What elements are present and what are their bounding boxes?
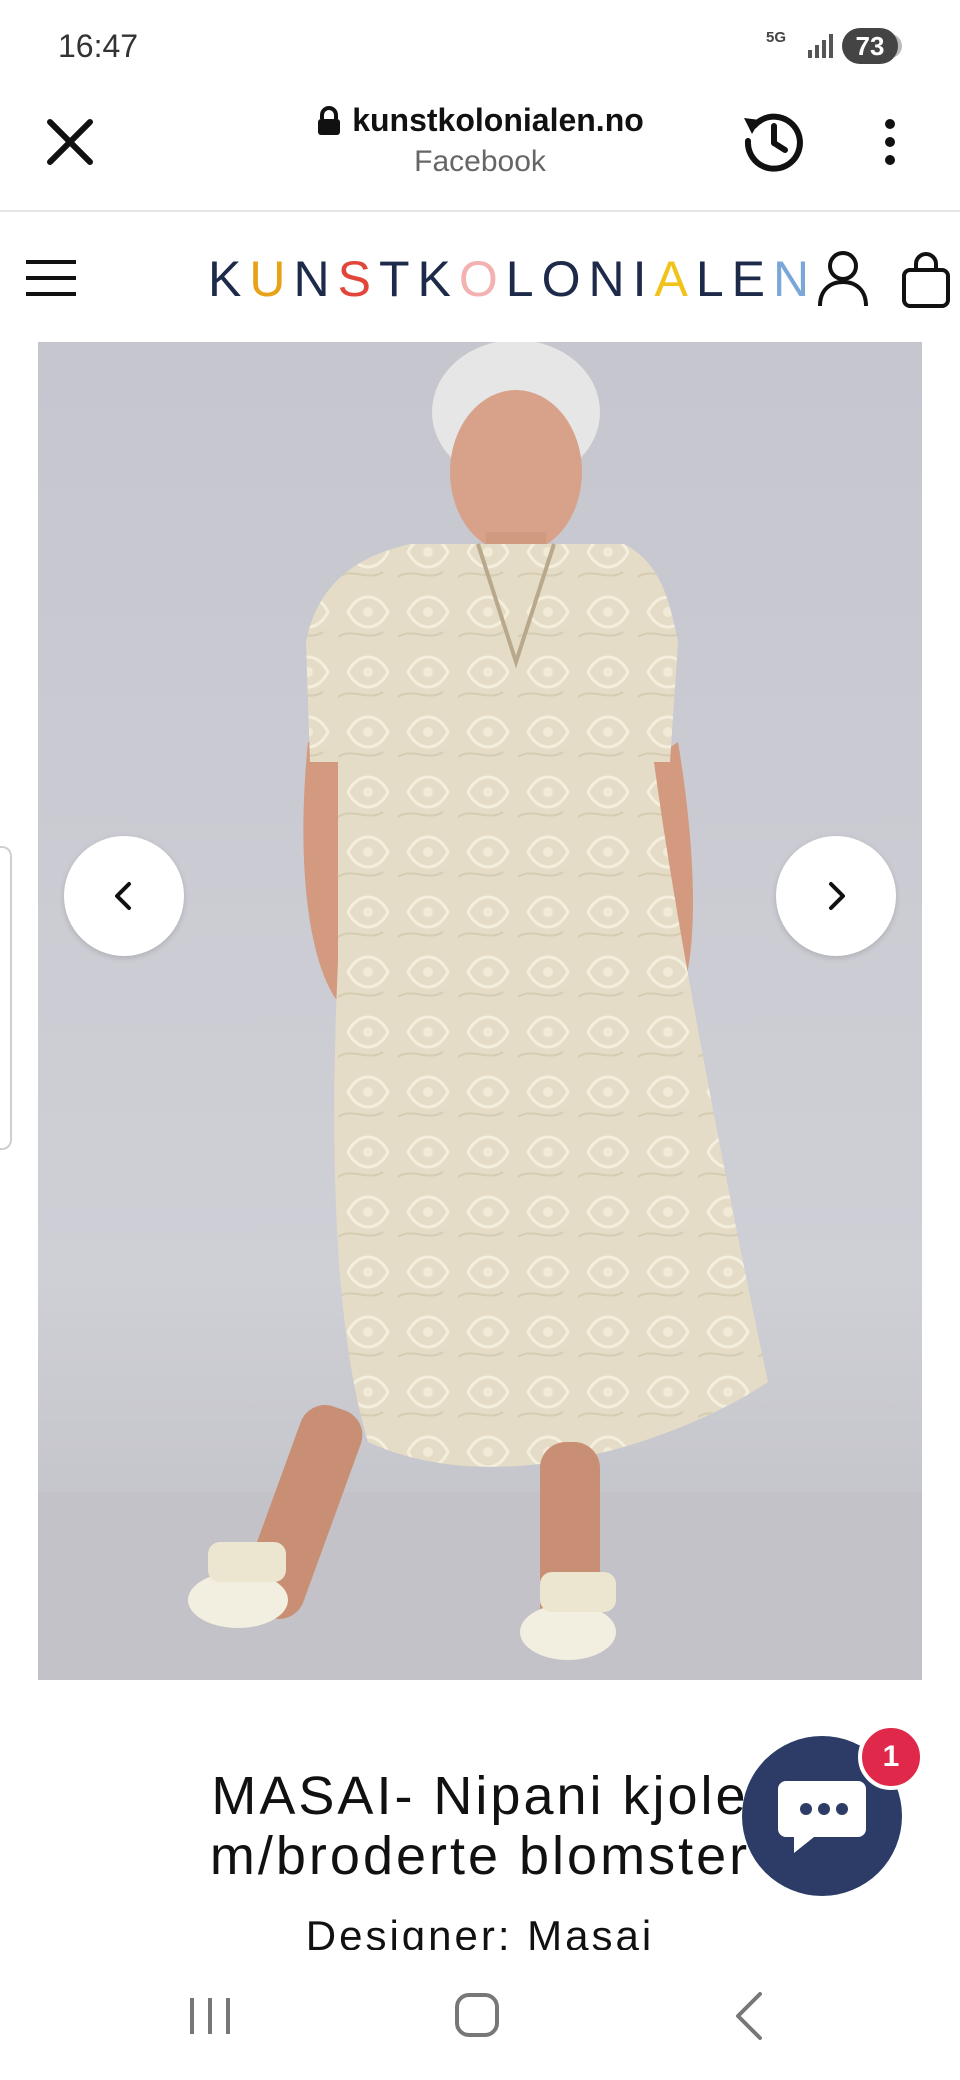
- url-source: Facebook: [414, 145, 546, 178]
- logo-letter: O: [541, 251, 589, 307]
- logo-letter: E: [731, 251, 774, 307]
- recent-apps-icon[interactable]: [186, 1994, 234, 2038]
- logo-letter: S: [337, 251, 379, 307]
- signal-icon: [808, 34, 833, 58]
- chat-bubble-icon: [778, 1781, 866, 1853]
- lock-icon: [318, 105, 341, 135]
- logo-letter: L: [695, 251, 732, 307]
- status-time: 16:47: [58, 28, 139, 64]
- previous-image-button[interactable]: [64, 836, 184, 956]
- logo-letter: N: [293, 251, 338, 307]
- chat-notification-badge: 1: [858, 1724, 924, 1790]
- product-image[interactable]: [38, 342, 922, 1680]
- logo-letter: L: [505, 251, 542, 307]
- history-icon[interactable]: [740, 108, 806, 174]
- logo-letter: K: [417, 251, 459, 307]
- back-icon[interactable]: [730, 1990, 770, 2042]
- logo-letter: K: [208, 251, 250, 307]
- more-options-icon[interactable]: [870, 112, 910, 172]
- url-box[interactable]: kunstkolonialen.no Facebook: [300, 102, 660, 179]
- logo-letter: N: [588, 251, 633, 307]
- next-image-button[interactable]: [776, 836, 896, 956]
- chevron-left-icon: [115, 882, 131, 910]
- logo-letter: U: [249, 251, 294, 307]
- site-header: KUNSTKOLONIALEN: [0, 212, 960, 342]
- logo-letter: I: [632, 251, 655, 307]
- product-photo-illustration: [38, 342, 922, 1680]
- side-panel-handle[interactable]: [0, 846, 12, 1150]
- account-icon[interactable]: [816, 248, 870, 308]
- status-bar: 16:47 5G 73: [0, 0, 960, 88]
- battery-level: 73: [855, 30, 885, 61]
- system-navigation-bar: [0, 1950, 960, 2080]
- url-domain: kunstkolonialen.no: [352, 102, 644, 138]
- logo-letter: N: [773, 251, 818, 307]
- chevron-right-icon: [829, 882, 845, 910]
- network-indicator: 5G: [766, 29, 787, 46]
- home-icon[interactable]: [452, 1990, 502, 2040]
- shopping-bag-icon[interactable]: [900, 250, 960, 310]
- battery-indicator: 73: [842, 28, 902, 64]
- hamburger-menu-icon[interactable]: [24, 256, 78, 300]
- browser-toolbar: kunstkolonialen.no Facebook: [0, 88, 960, 212]
- logo-letter: T: [378, 251, 418, 307]
- logo-letter: O: [458, 251, 506, 307]
- logo-letter: A: [654, 251, 696, 307]
- site-logo[interactable]: KUNSTKOLONIALEN: [208, 250, 817, 308]
- close-icon[interactable]: [42, 114, 98, 170]
